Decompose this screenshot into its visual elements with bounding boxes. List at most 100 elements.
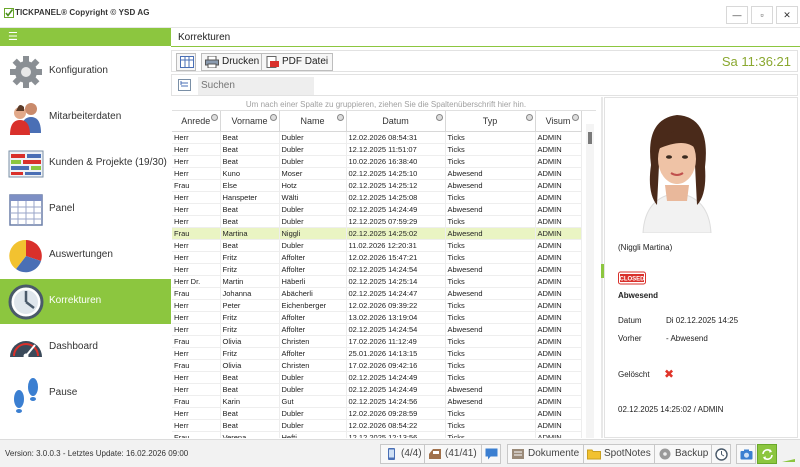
table-row[interactable]: Frau Olivia Christen 17.02.2026 09:42:16 Tic…	[172, 359, 582, 372]
hamburger-menu-icon[interactable]: ☰	[8, 31, 18, 43]
table-cell: Ticks	[445, 407, 536, 420]
sidebar-item-korrekturen[interactable]: Korrekturen	[0, 279, 171, 324]
table-row[interactable]: Herr Fritz Affolter 13.02.2026 13:19:04 Tick…	[172, 311, 582, 324]
table-cell: 12.12.2025 11:51:07	[346, 143, 446, 156]
scrollbar-thumb[interactable]	[588, 132, 592, 144]
vertical-scrollbar[interactable]	[586, 124, 594, 438]
table-row[interactable]: Frau Martina Niggli 02.12.2025 14:25:02 Abwe…	[172, 227, 582, 240]
column-header-typ[interactable]: Typ	[445, 111, 536, 132]
timer-button[interactable]	[711, 444, 731, 464]
table-row[interactable]: Herr Beat Dubler 11.02.2026 12:20:31 Ticks AD…	[172, 239, 582, 252]
sidebar-item-label: Dashboard	[49, 341, 98, 352]
table-row[interactable]: Frau Karin Gut 02.12.2025 14:24:56 Abwesend A…	[172, 395, 582, 408]
table-cell: Frau	[172, 179, 221, 192]
filter-icon[interactable]	[525, 114, 533, 121]
table-row[interactable]: Herr Beat Dubler 10.02.2026 16:38:40 Ticks AD…	[172, 155, 582, 168]
table-cell: ADMIN	[535, 323, 582, 336]
backup-button[interactable]: Backup	[654, 444, 714, 464]
spotnotes-label: SpotNotes	[604, 448, 651, 459]
table-row[interactable]: Herr Fritz Affolter 02.12.2025 14:24:54 Abwe…	[172, 323, 582, 336]
table-cell: Peter	[220, 299, 280, 312]
table-row[interactable]: Frau Else Hotz 02.12.2025 14:25:12 Abwesend A…	[172, 179, 582, 192]
sidebar-item-auswertungen[interactable]: Auswertungen	[0, 233, 171, 278]
table-cell: ADMIN	[535, 227, 582, 240]
column-header-datum[interactable]: Datum	[346, 111, 446, 132]
column-header-name[interactable]: Name	[279, 111, 347, 132]
table-row[interactable]: Herr Peter Eichenberger 12.02.2026 09:39:22…	[172, 299, 582, 312]
sidebar-item-kunden-projekte[interactable]: Kunden & Projekte (19/30)	[0, 141, 171, 186]
table-cell: Affolter	[279, 263, 347, 276]
version-info: Version: 3.0.0.3 - Letztes Update: 16.02…	[5, 449, 189, 458]
dokumente-button[interactable]: Dokumente	[507, 444, 585, 464]
table-cell: Fritz	[220, 251, 280, 264]
pdf-export-button[interactable]: PDF Datei	[261, 53, 334, 71]
table-row[interactable]: Herr Beat Dubler 02.12.2025 14:24:49 Ticks AD…	[172, 371, 582, 384]
terminals-button[interactable]: (41/41)	[424, 444, 482, 464]
table-row[interactable]: Herr Beat Dubler 12.12.2025 07:59:29 Ticks AD…	[172, 215, 582, 228]
table-row[interactable]: Herr Beat Dubler 12.02.2026 09:28:59 Ticks AD…	[172, 407, 582, 420]
table-row[interactable]: Herr Fritz Affolter 02.12.2025 14:24:54 Abwe…	[172, 263, 582, 276]
search-input[interactable]	[198, 77, 314, 95]
table-cell: 13.02.2026 13:19:04	[346, 311, 446, 324]
minimize-button[interactable]: —	[726, 6, 748, 24]
sync-arrows-icon	[762, 449, 773, 460]
table-row[interactable]: Herr Beat Dubler 12.02.2026 08:54:31 Ticks AD…	[172, 131, 582, 144]
table-row[interactable]: Herr Beat Dubler 02.12.2025 14:24:49 Abwesen…	[172, 383, 582, 396]
table-row[interactable]: Herr Kuno Moser 02.12.2025 14:25:10 Abwesend…	[172, 167, 582, 180]
table-row[interactable]: Herr Fritz Affolter 25.01.2026 14:13:15 Tick…	[172, 347, 582, 360]
table-cell: Dubler	[279, 131, 347, 144]
printer-icon	[205, 56, 219, 68]
table-row[interactable]: Frau Olivia Christen 17.02.2026 11:12:49 Tic…	[172, 335, 582, 348]
table-cell: Frau	[172, 227, 221, 240]
print-button[interactable]: Drucken	[201, 53, 265, 71]
sidebar-item-label: Kunden & Projekte (19/30)	[49, 157, 167, 168]
filter-add-icon[interactable]	[178, 79, 191, 91]
sidebar-item-mitarbeiterdaten[interactable]: Mitarbeiterdaten	[0, 95, 171, 140]
table-row[interactable]: Herr Fritz Affolter 12.02.2026 15:47:21 Tick…	[172, 251, 582, 264]
close-button[interactable]: ✕	[776, 6, 798, 24]
pie-chart-icon	[9, 239, 42, 273]
filter-icon[interactable]	[571, 114, 579, 121]
filter-icon[interactable]	[210, 114, 218, 121]
table-row[interactable]: Frau Johanna Abächerli 02.12.2025 14:24:47 A…	[172, 287, 582, 300]
camera-button[interactable]	[736, 444, 756, 464]
table-cell: Abächerli	[279, 287, 347, 300]
table-cell: Abwesend	[445, 179, 536, 192]
table-row[interactable]: Herr Beat Dubler 02.12.2025 14:24:49 Abwesen…	[172, 203, 582, 216]
column-header-vorname[interactable]: Vorname	[220, 111, 280, 132]
table-row[interactable]: Herr Beat Dubler 12.02.2026 08:54:22 Ticks AD…	[172, 419, 582, 432]
closed-badge-text: CLOSED	[619, 277, 645, 283]
sidebar-item-konfiguration[interactable]: Konfiguration	[0, 49, 171, 94]
column-header-visum[interactable]: Visum	[535, 111, 582, 132]
table-cell: Herr	[172, 347, 221, 360]
sidebar-item-panel[interactable]: Panel	[0, 187, 171, 232]
filter-icon[interactable]	[435, 114, 443, 121]
column-header-anrede[interactable]: Anrede	[172, 111, 221, 132]
table-row[interactable]: Herr Dr. Martin Häberli 02.12.2025 14:25:14…	[172, 275, 582, 288]
settings-sync-button[interactable]	[757, 444, 777, 464]
table-row[interactable]: Frau Verena Hefti 12.12.2025 12:13:56 Ticks A…	[172, 431, 582, 438]
mobile-devices-button[interactable]: (4/4)	[380, 444, 427, 464]
filter-icon[interactable]	[336, 114, 344, 121]
spotnotes-button[interactable]: SpotNotes	[583, 444, 656, 464]
table-cell: Gut	[279, 395, 347, 408]
column-chooser-button[interactable]	[176, 53, 196, 71]
table-cell: Beat	[220, 131, 280, 144]
table-cell: 02.12.2025 14:24:49	[346, 371, 446, 384]
status-bar: Version: 3.0.0.3 - Letztes Update: 16.02…	[0, 439, 800, 467]
table-cell: ADMIN	[535, 191, 582, 204]
people-icon	[10, 103, 41, 135]
table-row[interactable]: Herr Beat Dubler 12.12.2025 11:51:07 Ticks AD…	[172, 143, 582, 156]
sidebar-item-pause[interactable]: Pause	[0, 371, 171, 416]
sidebar-item-dashboard[interactable]: Dashboard	[0, 325, 171, 370]
table-cell: Frau	[172, 335, 221, 348]
filter-icon[interactable]	[269, 114, 277, 121]
maximize-button[interactable]: ▫	[751, 6, 773, 24]
table-row[interactable]: Herr Hanspeter Wälti 02.12.2025 14:25:08 Tic…	[172, 191, 582, 204]
signal-strength-icon	[782, 459, 795, 462]
messages-button[interactable]	[481, 444, 501, 464]
terminals-count: (41/41)	[445, 448, 477, 459]
table-cell: Herr	[172, 371, 221, 384]
table-cell: Abwesend	[445, 395, 536, 408]
documents-icon	[512, 449, 524, 459]
